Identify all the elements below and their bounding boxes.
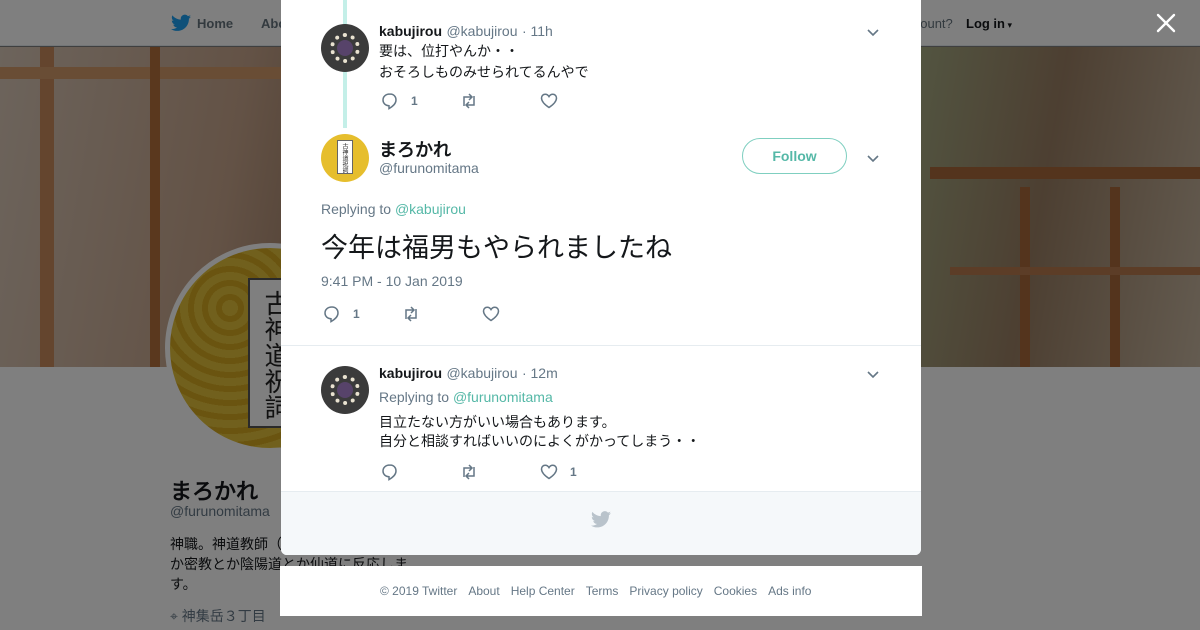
chevron-down-icon[interactable] [865, 150, 881, 166]
heart-icon [540, 464, 558, 480]
reply-count: 1 [353, 307, 360, 321]
reply-button[interactable]: 1 [381, 92, 418, 110]
twitter-bird-icon [591, 511, 611, 528]
replying-to-link[interactable]: @kabujirou [395, 201, 466, 217]
heart-icon [482, 306, 500, 322]
tweet-author-handle[interactable]: @kabujirou [446, 365, 517, 381]
footer-link-help-center[interactable]: Help Center [511, 584, 575, 598]
site-footer: © 2019 Twitter About Help Center Terms P… [280, 566, 922, 616]
reply-icon [324, 306, 339, 323]
tweet-author-name[interactable]: kabujirou [379, 365, 442, 381]
like-button[interactable] [482, 305, 512, 323]
modal-footer [281, 491, 921, 555]
main-tweet-author-handle[interactable]: @furunomitama [379, 160, 479, 176]
footer-link-about[interactable]: About [468, 584, 499, 598]
replying-to: Replying to @furunomitama [379, 389, 553, 405]
footer-link-cookies[interactable]: Cookies [714, 584, 757, 598]
tweet-permalink-modal: kabujirou @kabujirou · 11h 要は、位打やんか・・ おそ… [281, 0, 921, 555]
like-button[interactable] [540, 92, 570, 110]
reply-icon [382, 464, 397, 481]
reply-tweet-line-2: 自分と相談すればいいのによくがかってしまう・・ [379, 433, 701, 449]
parent-tweet-line-1: 要は、位打やんか・・ [379, 43, 519, 59]
retweet-icon [463, 93, 475, 109]
reply-button[interactable]: 1 [323, 305, 360, 323]
replying-to-prefix: Replying to [379, 389, 450, 405]
replying-to-prefix: Replying to [321, 201, 392, 217]
chevron-down-icon[interactable] [865, 366, 881, 382]
avatar[interactable] [321, 24, 369, 72]
tweet-time[interactable]: · 12m [522, 365, 558, 381]
parent-tweet-line-2: おそろしものみせられてるんやで [379, 64, 589, 80]
retweet-icon [405, 306, 417, 322]
retweet-button[interactable] [460, 463, 490, 481]
close-icon [1156, 13, 1176, 33]
retweet-icon [463, 464, 475, 480]
main-tweet-author-name[interactable]: まろかれ [379, 136, 451, 162]
parent-tweet-header: kabujirou @kabujirou · 11h [379, 23, 553, 41]
main-tweet-text: 今年は福男もやられましたね [321, 233, 672, 263]
footer-link-ads-info[interactable]: Ads info [768, 584, 811, 598]
tweet-author-handle[interactable]: @kabujirou [446, 23, 517, 39]
like-button[interactable]: 1 [540, 463, 577, 481]
retweet-button[interactable] [460, 92, 490, 110]
reply-count: 1 [411, 94, 418, 108]
footer-link-privacy[interactable]: Privacy policy [629, 584, 702, 598]
reply-tweet-line-1: 目立たない方がいい場合もあります。 [379, 414, 616, 430]
reply-tweet-header: kabujirou @kabujirou · 12m [379, 365, 558, 383]
footer-link-terms[interactable]: Terms [586, 584, 619, 598]
divider [281, 345, 921, 346]
footer-links: © 2019 Twitter About Help Center Terms P… [380, 584, 811, 598]
avatar[interactable]: 古神道祝詞 [321, 134, 369, 182]
replying-to: Replying to @kabujirou [321, 201, 466, 217]
like-count: 1 [570, 465, 577, 479]
reply-button[interactable] [381, 463, 411, 481]
retweet-button[interactable] [402, 305, 432, 323]
close-modal-button[interactable] [1153, 12, 1179, 38]
tweet-time[interactable]: · 11h [522, 23, 553, 39]
avatar[interactable] [321, 366, 369, 414]
footer-copyright: © 2019 Twitter [380, 584, 458, 598]
replying-to-link[interactable]: @furunomitama [453, 389, 553, 405]
chevron-down-icon[interactable] [865, 24, 881, 40]
tweet-author-name[interactable]: kabujirou [379, 23, 442, 39]
follow-button[interactable]: Follow [742, 138, 847, 174]
heart-icon [540, 93, 558, 109]
main-tweet-timestamp[interactable]: 9:41 PM - 10 Jan 2019 [321, 273, 463, 289]
reply-icon [382, 93, 397, 110]
